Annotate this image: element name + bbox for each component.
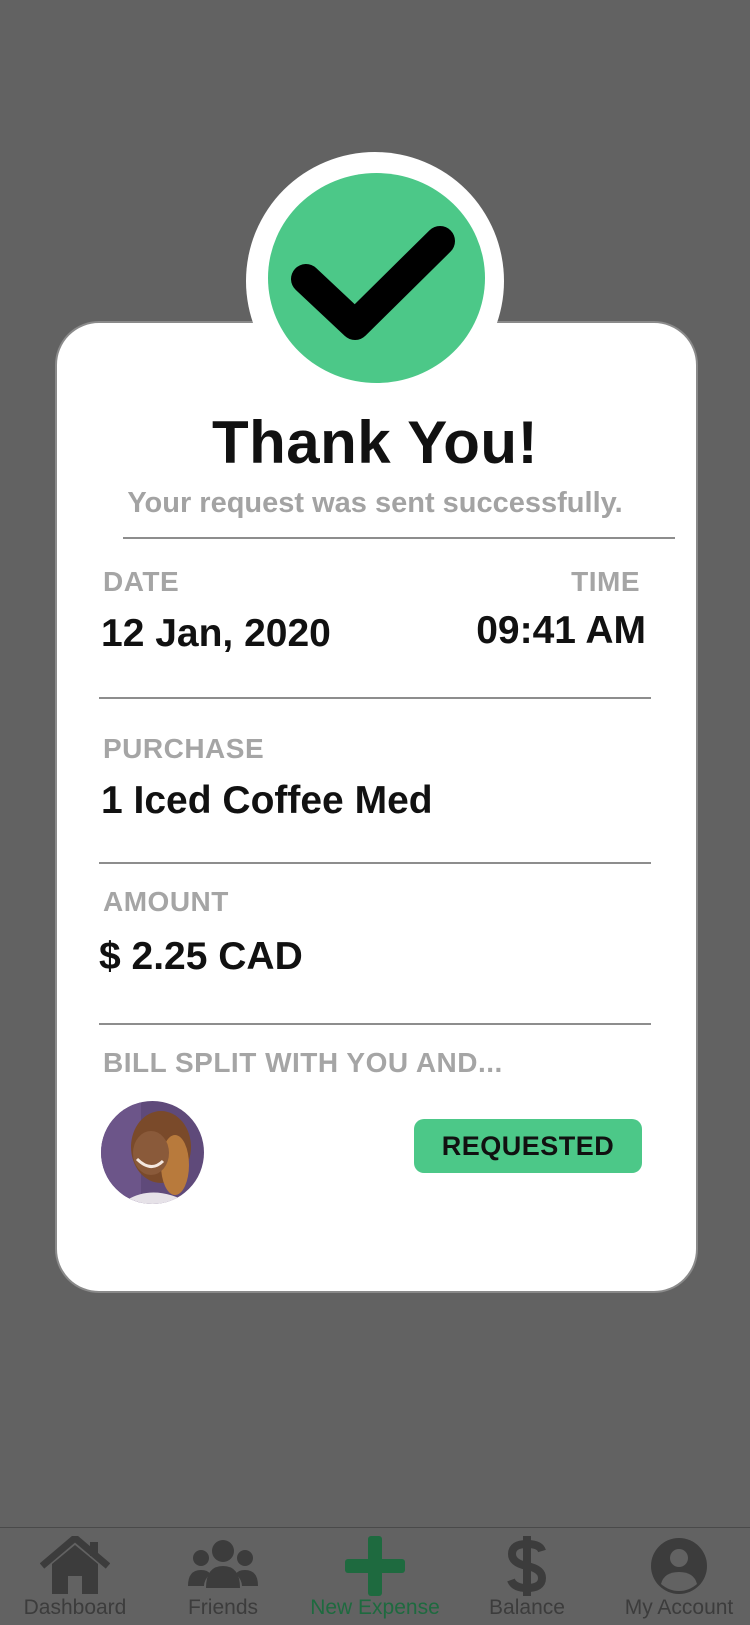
divider [99, 697, 651, 699]
tab-label: My Account [624, 1596, 734, 1619]
tab-new-expense[interactable]: New Expense [300, 1528, 450, 1625]
avatar[interactable] [101, 1101, 204, 1204]
amount-label: AMOUNT [103, 886, 229, 917]
tab-label: New Expense [310, 1596, 440, 1619]
time-value: 09:41 AM [476, 609, 646, 652]
date-value: 12 Jan, 2020 [101, 612, 331, 655]
tab-balance[interactable]: Balance [452, 1528, 602, 1625]
home-icon [40, 1536, 110, 1594]
tab-friends[interactable]: Friends [148, 1528, 298, 1625]
divider [99, 862, 651, 864]
tab-label: Dashboard [23, 1596, 127, 1619]
page-title: Thank You! [211, 409, 539, 476]
split-label: BILL SPLIT WITH YOU AND... [103, 1047, 503, 1078]
bottom-tab-bar: Dashboard Friends New Expense Balance My… [0, 1527, 750, 1624]
tab-my-account[interactable]: My Account [604, 1528, 750, 1625]
friends-icon [188, 1540, 258, 1588]
plus-icon [345, 1536, 405, 1596]
purchase-label: PURCHASE [103, 733, 265, 764]
amount-value: $ 2.25 CAD [99, 935, 303, 978]
requested-status-badge: REQUESTED [414, 1119, 642, 1173]
time-label: TIME [571, 566, 640, 597]
divider [99, 1023, 651, 1025]
purchase-value: 1 Iced Coffee Med [101, 779, 433, 822]
tab-dashboard[interactable]: Dashboard [0, 1528, 150, 1625]
tab-label: Friends [187, 1596, 259, 1619]
friend-photo [101, 1101, 204, 1204]
check-icon [291, 226, 455, 340]
dollar-icon [507, 1536, 547, 1596]
success-badge [268, 173, 485, 383]
confirmation-screen: Thank You! Your request was sent success… [0, 0, 750, 1624]
divider [123, 537, 675, 539]
success-message: Your request was sent successfully. [127, 487, 623, 519]
account-icon [651, 1538, 707, 1594]
date-label: DATE [103, 566, 180, 597]
tab-label: Balance [489, 1596, 565, 1619]
